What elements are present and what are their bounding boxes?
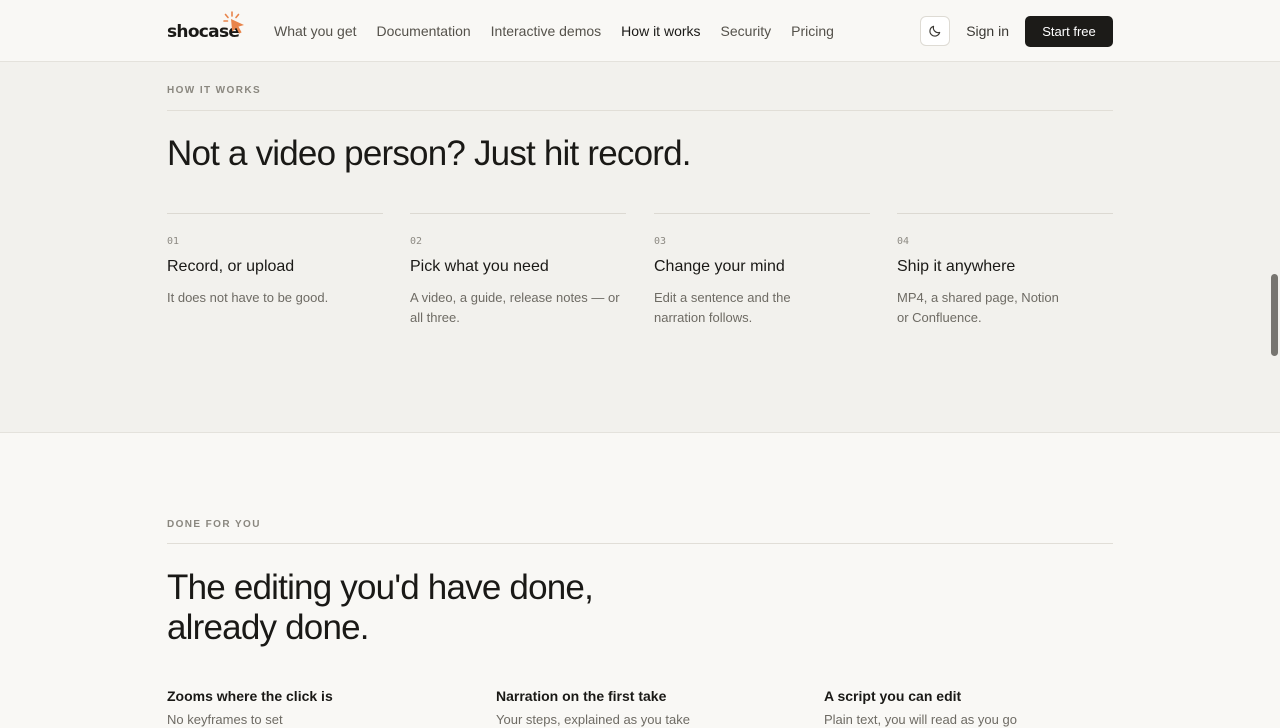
step-title: Pick what you need <box>410 258 549 275</box>
done-for-you-heading-line2: already done. <box>167 608 370 647</box>
nav-link-interactive-demos[interactable]: Interactive demos <box>491 23 602 39</box>
done-for-you-section: DONE FOR YOU The editing you'd have done… <box>0 433 1280 727</box>
feature-title: Zooms where the click is <box>167 688 333 704</box>
feature-title: Narration on the first take <box>496 688 667 704</box>
how-it-works-section: HOW IT WORKS Not a video person? Just hi… <box>0 62 1280 433</box>
feature-item: Narration on the first take Your steps, … <box>496 688 796 727</box>
step-number: 02 <box>410 236 423 247</box>
step-item: 02 Pick what you need A video, a guide, … <box>410 213 626 325</box>
step-item: 01 Record, or upload It does not have to… <box>167 213 383 305</box>
feature-title: A script you can edit <box>824 688 962 704</box>
nav-link-what-you-get[interactable]: What you get <box>274 23 357 39</box>
top-navbar: shocase What you get Documentation Inter… <box>0 0 1280 62</box>
cursor-click-icon <box>223 11 244 34</box>
how-it-works-eyebrow: HOW IT WORKS <box>167 85 262 96</box>
done-for-you-eyebrow: DONE FOR YOU <box>167 519 261 530</box>
theme-toggle-button[interactable] <box>920 16 951 46</box>
done-for-you-heading-line1: The editing you'd have done, <box>167 568 594 607</box>
section-divider <box>167 110 1113 111</box>
nav-links: What you get Documentation Interactive d… <box>274 23 854 39</box>
step-number: 01 <box>167 236 180 247</box>
navbar-container: shocase What you get Documentation Inter… <box>167 0 1113 62</box>
nav-actions: Sign in Start free <box>920 15 1113 47</box>
step-title: Change your mind <box>654 258 785 275</box>
scrollbar-thumb[interactable] <box>1271 274 1278 356</box>
nav-link-security[interactable]: Security <box>721 23 772 39</box>
step-title: Record, or upload <box>167 258 295 275</box>
step-description: A video, a guide, release notes — or all… <box>410 290 620 325</box>
step-number: 04 <box>897 236 910 247</box>
step-title: Ship it anywhere <box>897 258 1016 275</box>
start-free-button[interactable]: Start free <box>1025 15 1113 47</box>
section-divider <box>167 543 1113 544</box>
step-description: It does not have to be good. <box>167 290 329 305</box>
feature-item: A script you can edit Plain text, you wi… <box>824 688 1124 727</box>
how-it-works-heading: Not a video person? Just hit record. <box>167 134 692 173</box>
step-description: MP4, a shared page, Notion or Confluence… <box>897 290 1059 325</box>
step-item: 04 Ship it anywhere MP4, a shared page, … <box>897 213 1113 325</box>
step-number: 03 <box>654 236 667 247</box>
features-list: Zooms where the click is No keyframes to… <box>167 688 1113 728</box>
step-item: 03 Change your mind Edit a sentence and … <box>654 213 870 325</box>
nav-link-how-it-works[interactable]: How it works <box>621 23 700 39</box>
feature-item: Zooms where the click is No keyframes to… <box>167 688 467 727</box>
nav-link-pricing[interactable]: Pricing <box>791 23 834 39</box>
step-description: Edit a sentence and the narration follow… <box>654 290 791 325</box>
moon-icon <box>929 25 941 37</box>
sign-in-link[interactable]: Sign in <box>966 23 1009 39</box>
steps-list: 01 Record, or upload It does not have to… <box>167 213 1113 333</box>
nav-link-documentation[interactable]: Documentation <box>377 23 471 39</box>
logo[interactable]: shocase <box>167 0 274 62</box>
